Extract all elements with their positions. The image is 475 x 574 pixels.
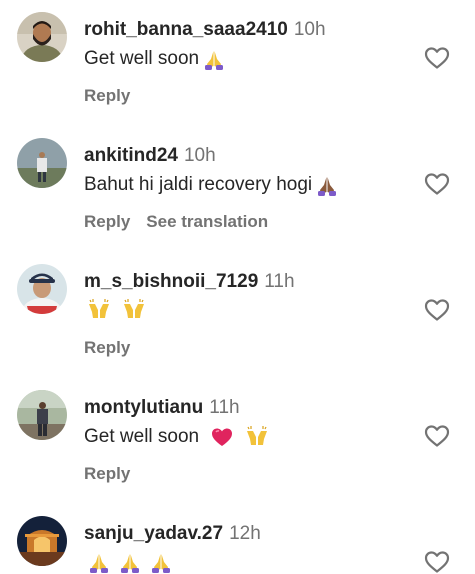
like-heart-icon[interactable]: [424, 424, 450, 448]
username-link[interactable]: rohit_banna_saaa2410: [84, 19, 288, 40]
username-link[interactable]: m_s_bishnoii_7129: [84, 271, 258, 292]
reply-button[interactable]: Reply: [84, 86, 130, 105]
comment-item: sanju_yadav.27 12h: [0, 504, 475, 573]
timestamp: 12h: [229, 523, 261, 544]
username-link[interactable]: montylutianu: [84, 397, 203, 418]
comment-header: ankitind24 10h: [84, 144, 216, 168]
like-heart-icon[interactable]: [424, 46, 450, 70]
folded-hands-emoji: [149, 550, 173, 574]
avatar[interactable]: [17, 12, 67, 62]
comment-text-content: Get well soon: [84, 426, 200, 447]
comment-text: [84, 298, 146, 322]
comment-text: Get well soon: [84, 46, 226, 72]
comment-text-content: Get well soon: [84, 48, 200, 69]
like-heart-icon[interactable]: [424, 172, 450, 196]
comment-text: [84, 550, 173, 574]
comment-text-content: Bahut hi jaldi recovery hogi: [84, 174, 313, 195]
username-link[interactable]: ankitind24: [84, 145, 178, 166]
comment-header: rohit_banna_saaa2410 10h: [84, 18, 326, 42]
timestamp: 10h: [293, 19, 326, 40]
comment-actions: Reply: [84, 337, 130, 359]
comment-header: m_s_bishnoii_7129 11h: [84, 270, 295, 294]
comment-item: ankitind24 10h Bahut hi jaldi recovery ho…: [0, 126, 475, 252]
raising-hands-emoji: [87, 298, 111, 322]
comment-text: Bahut hi jaldi recovery hogi: [84, 172, 339, 198]
comment-actions: Reply See translation: [84, 211, 268, 233]
comment-actions: Reply: [84, 463, 130, 485]
avatar[interactable]: [17, 390, 67, 440]
timestamp: 11h: [264, 271, 295, 292]
reply-button[interactable]: Reply: [84, 464, 130, 483]
avatar[interactable]: [17, 516, 67, 566]
heart-emoji: [210, 425, 234, 449]
avatar[interactable]: [17, 138, 67, 188]
like-heart-icon[interactable]: [424, 298, 450, 322]
see-translation-button[interactable]: See translation: [146, 212, 268, 231]
comment-actions: Reply: [84, 85, 130, 107]
folded-hands-emoji: [87, 550, 111, 574]
like-heart-icon[interactable]: [424, 550, 450, 574]
folded-hands-dark-emoji: [315, 173, 339, 197]
comment-header: montylutianu 11h: [84, 396, 240, 420]
timestamp: 10h: [183, 145, 216, 166]
comment-item: montylutianu 11h Get well soon Reply: [0, 378, 475, 504]
username-link[interactable]: sanju_yadav.27: [84, 523, 223, 544]
avatar[interactable]: [17, 264, 67, 314]
folded-hands-emoji: [202, 47, 226, 71]
comment-header: sanju_yadav.27 12h: [84, 522, 261, 546]
timestamp: 11h: [209, 397, 240, 418]
raising-hands-emoji: [122, 298, 146, 322]
reply-button[interactable]: Reply: [84, 212, 130, 231]
raising-hands-emoji: [245, 425, 269, 449]
reply-button[interactable]: Reply: [84, 338, 130, 357]
comment-item: rohit_banna_saaa2410 10h Get well soon Re…: [0, 0, 475, 126]
comment-item: m_s_bishnoii_7129 11h Reply: [0, 252, 475, 378]
folded-hands-emoji: [118, 550, 142, 574]
comment-text: Get well soon: [84, 424, 269, 450]
